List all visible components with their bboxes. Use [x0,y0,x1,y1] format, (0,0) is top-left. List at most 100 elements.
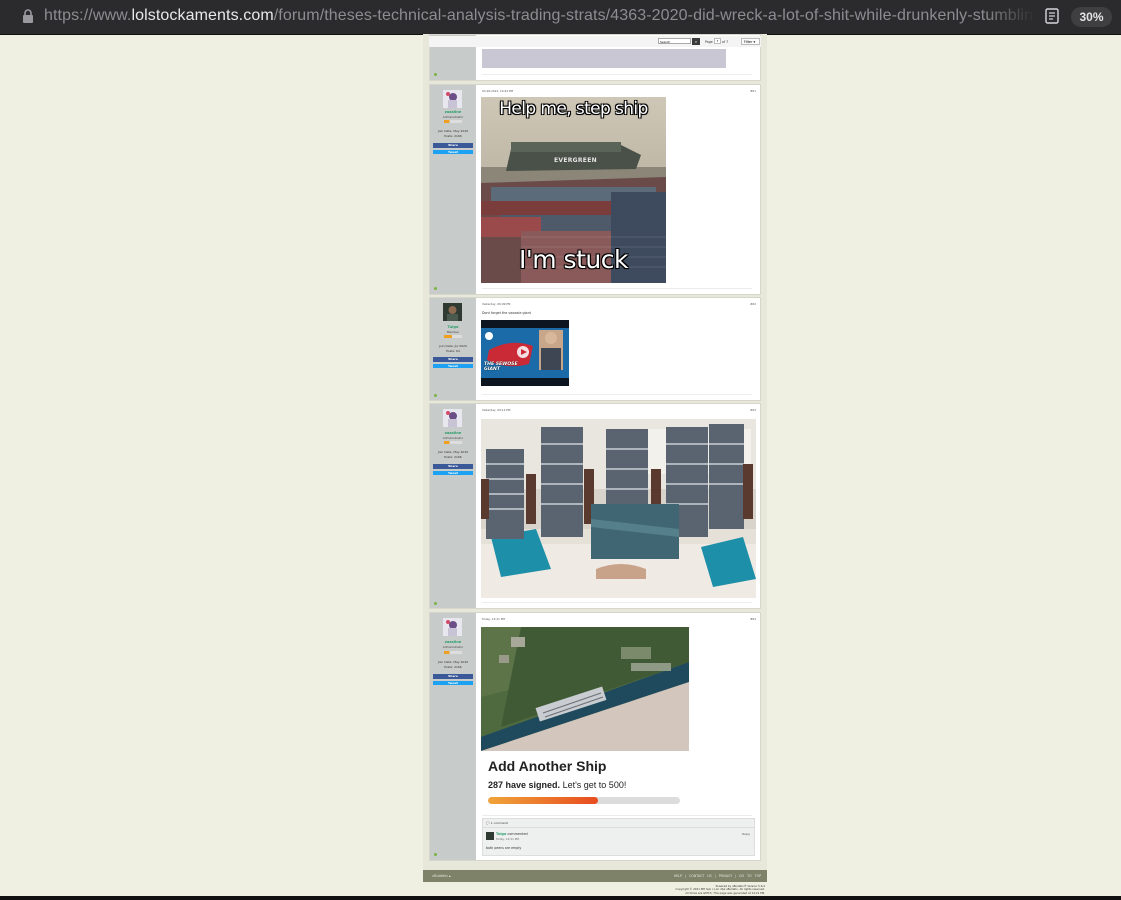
search-button[interactable]: ⌕ [692,38,700,45]
comments-box: 💬 1 comment Tulgo commented Today, 12:21… [482,818,755,856]
page-label: Page [705,40,713,44]
comment-date: Today, 12:21 PM [496,837,519,841]
author-post-count: Posts: 64 [446,348,460,353]
post-number[interactable]: #63 [750,408,756,412]
author-post-count: Posts: 2166 [444,133,462,138]
post-separator [482,602,752,603]
online-status-icon [434,394,437,397]
thread-toolbar: Search ⌕ Page 7 of 7 Filter ▾ [429,36,761,47]
petition-status: 287 have signed. Let's get to 500! [488,780,626,790]
footer-links[interactable]: HELP | CONTACT US | PRIVACY | GO TO TOP [674,874,761,878]
powered-by: Powered by vBulletin® Version 5.6.4 Copy… [630,884,765,895]
author-role: Administrator [442,645,464,649]
search-input[interactable]: Search [658,38,691,44]
user-avatar[interactable] [443,409,462,427]
post-separator [482,815,752,816]
tweet-button[interactable]: Tweet [433,149,473,155]
satellite-image[interactable] [481,627,689,751]
comment-author[interactable]: Tulgo [496,832,506,836]
post-separator [482,288,752,289]
post-author[interactable]: zazaline [430,431,476,435]
post-body: Yesterday, 09:12 PM #63 [477,404,760,608]
facebook-share-button[interactable]: Share [433,143,473,148]
previous-post-image [482,49,726,68]
author-role: Administrator [442,115,464,119]
lock-icon [23,9,33,23]
author-post-count: Posts: 2166 [444,454,462,459]
post-text: Dont forget the swoosie giant [482,311,531,315]
facebook-share-button[interactable]: Share [433,464,473,469]
video-caption: THE SEWOSE GIANT [484,362,518,372]
post-date: 03-26-2021, 10:44 PM [482,89,514,93]
post-author[interactable]: zazaline [430,640,476,644]
page-of-label: of 7 [722,40,729,44]
user-avatar[interactable] [443,618,462,636]
post-number[interactable]: #62 [750,302,756,306]
petition-goal: Let's get to 500! [562,780,627,790]
filter-label: Filter [744,40,753,44]
user-avatar[interactable] [443,303,462,321]
post-63: zazaline Administrator Join Date: May 20… [429,403,761,609]
post-number[interactable]: #61 [750,89,756,93]
online-status-icon [434,73,437,76]
forum-footer: vBulletin ▴ HELP | CONTACT US | PRIVACY … [423,870,767,882]
comments-count[interactable]: 💬 1 comment [486,821,508,825]
online-status-icon [434,853,437,856]
post-sidebar: Tulgo Member Join Date: Jul 2020 Posts: … [430,298,476,400]
post-date: Yesterday, 06:09 PM [482,302,511,306]
petition-signed-count: 287 have signed. [488,780,561,790]
post-body: 03-26-2021, 10:44 PM #61 Help me, step s… [477,85,760,294]
meme-bottom-text: I'm stuck [519,245,628,274]
post-date: Today, 12:21 PM [482,617,505,621]
address-bar[interactable]: https://www.lolstockaments.com/forum/the… [44,7,1034,27]
post-body: Today, 12:21 PM #64 Add Another Ship 287… [477,613,760,860]
online-status-icon [434,602,437,605]
tweet-button[interactable]: Tweet [433,470,473,476]
video-thumbnail[interactable] [481,320,569,386]
post-date: Yesterday, 09:12 PM [482,408,511,412]
online-status-icon [434,287,437,290]
facebook-share-button[interactable]: Share [433,357,473,362]
petition-title: Add Another Ship [488,758,607,774]
reputation-bar [444,651,462,654]
author-role: Member [446,330,460,334]
reputation-bar [444,120,462,123]
collage-image[interactable] [481,419,756,598]
window-bottom-edge [0,896,1121,900]
tweet-button[interactable]: Tweet [433,680,473,686]
post-61: zazaline Administrator Join Date: May 20… [429,84,761,295]
petition-progress-fill [488,797,599,804]
post-author[interactable]: Tulgo [430,325,476,329]
vbulletin-link[interactable]: vBulletin ▴ [432,874,451,878]
post-number[interactable]: #64 [750,617,756,621]
reputation-bar [444,335,462,338]
zoom-level-badge[interactable]: 30% [1071,7,1112,27]
powered-line-3: All times are GMT-5. This page was gener… [685,890,765,895]
comment-header: Tulgo commented [496,832,528,836]
comment-reply-link[interactable]: Reply [742,832,750,836]
post-author[interactable]: zazaline [430,110,476,114]
filter-dropdown[interactable]: Filter ▾ [741,38,760,45]
facebook-share-button[interactable]: Share [433,674,473,679]
url-domain: lolstockaments.com [131,7,274,24]
page-number-input[interactable]: 7 [714,38,721,44]
post-62: Tulgo Member Join Date: Jul 2020 Posts: … [429,297,761,401]
author-role: Administrator [442,436,464,440]
post-body: Yesterday, 06:09 PM #62 Dont forget the … [477,298,760,400]
petition-progress-track [488,797,680,804]
post-sidebar: zazaline Administrator Join Date: May 20… [430,404,476,608]
meme-top-text: Help me, step ship [499,99,648,119]
browser-toolbar: https://www.lolstockaments.com/forum/the… [0,0,1121,35]
url-path: /forum/theses-technical-analysis-trading… [273,7,1034,24]
post-sidebar: zazaline Administrator Join Date: May 20… [430,85,476,294]
commenter-avatar[interactable] [486,832,494,840]
post-sidebar: zazaline Administrator Join Date: May 20… [430,613,476,860]
author-post-count: Posts: 2166 [444,664,462,669]
user-avatar[interactable] [443,90,462,108]
tweet-button[interactable]: Tweet [433,363,473,369]
comment-text: both peens are empty [486,846,522,850]
post-64: zazaline Administrator Join Date: May 20… [429,612,761,861]
reader-view-icon[interactable] [1045,8,1059,24]
reputation-bar [444,441,462,444]
post-separator [482,394,752,395]
